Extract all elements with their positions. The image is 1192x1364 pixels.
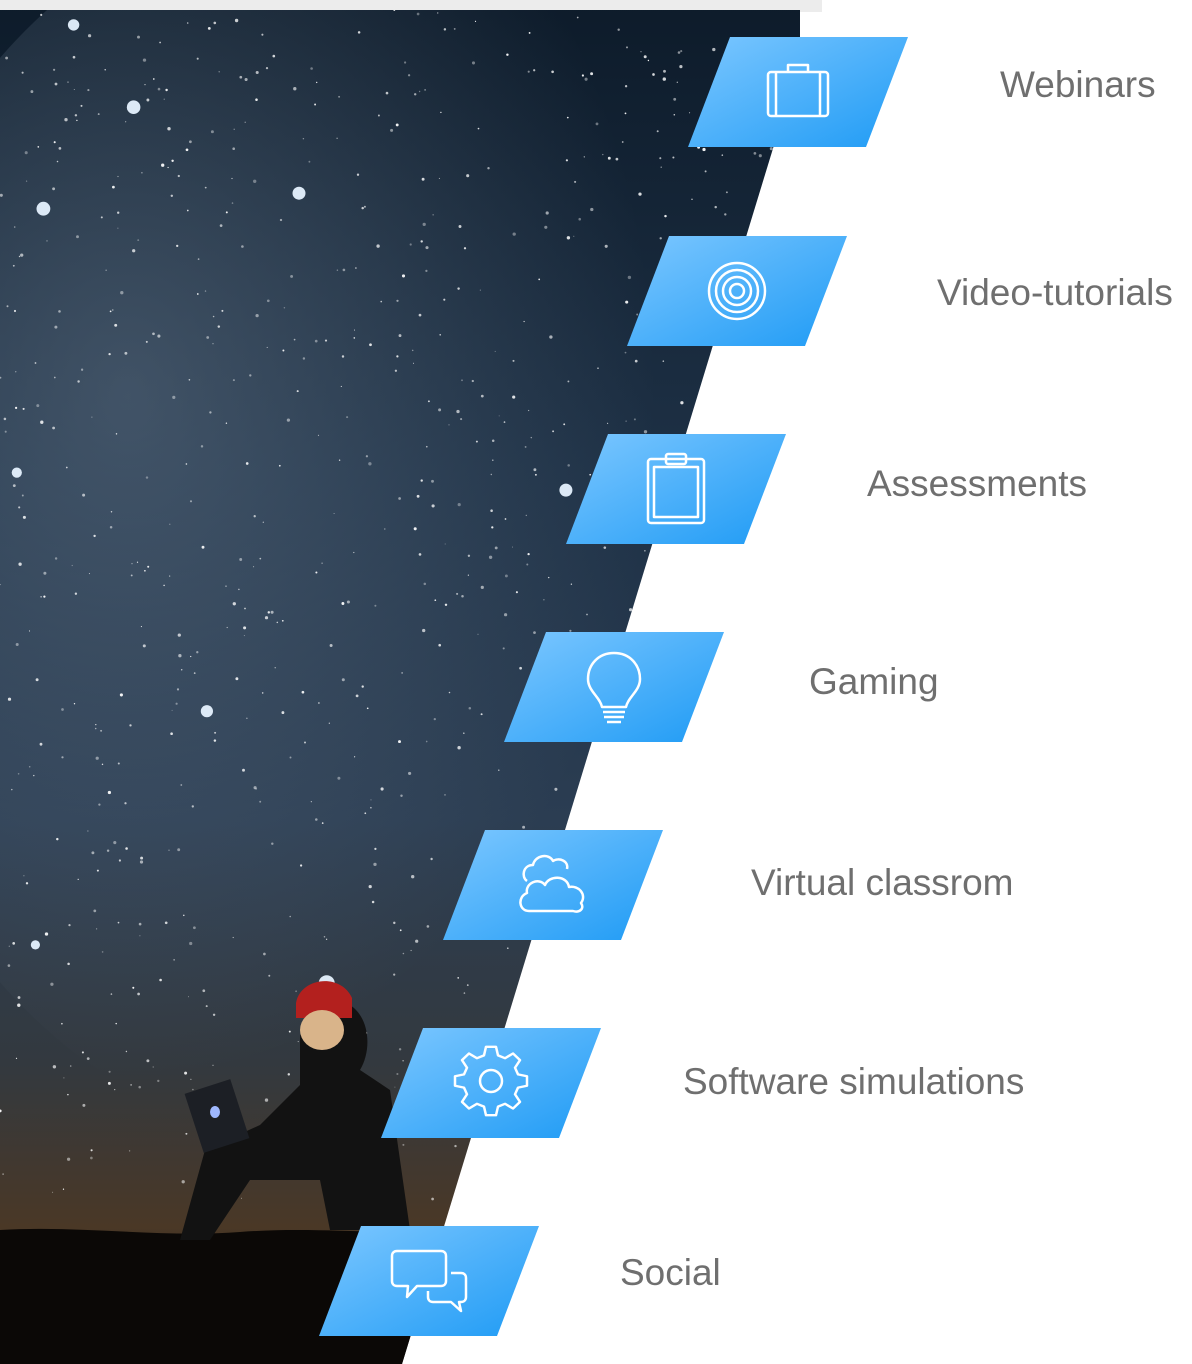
lightbulb-icon: [574, 649, 654, 725]
slide: Webinars Video-tutorials Assessments Gam…: [0, 0, 1192, 1364]
feature-webinars[interactable]: [688, 37, 908, 147]
target-icon: [697, 253, 777, 329]
label-virtual-classroom: Virtual classrom: [751, 862, 1014, 903]
feature-assessments[interactable]: [566, 434, 786, 544]
briefcase-icon: [758, 54, 838, 130]
feature-virtual-classroom[interactable]: [443, 830, 663, 940]
label-social: Social: [620, 1252, 721, 1293]
label-video-tutorials: Video-tutorials: [937, 272, 1173, 313]
feature-software-simulations[interactable]: [381, 1028, 601, 1138]
feature-gaming[interactable]: [504, 632, 724, 742]
gear-icon: [451, 1045, 531, 1121]
chat-bubbles-icon: [389, 1243, 469, 1319]
cloud-icon: [513, 847, 593, 923]
feature-video-tutorials[interactable]: [627, 236, 847, 346]
label-assessments: Assessments: [867, 463, 1088, 504]
label-gaming: Gaming: [809, 661, 939, 702]
feature-social[interactable]: [319, 1226, 539, 1336]
label-software-simulations: Software simulations: [683, 1061, 1025, 1102]
label-webinars: Webinars: [1000, 64, 1156, 105]
clipboard-icon: [636, 451, 716, 527]
